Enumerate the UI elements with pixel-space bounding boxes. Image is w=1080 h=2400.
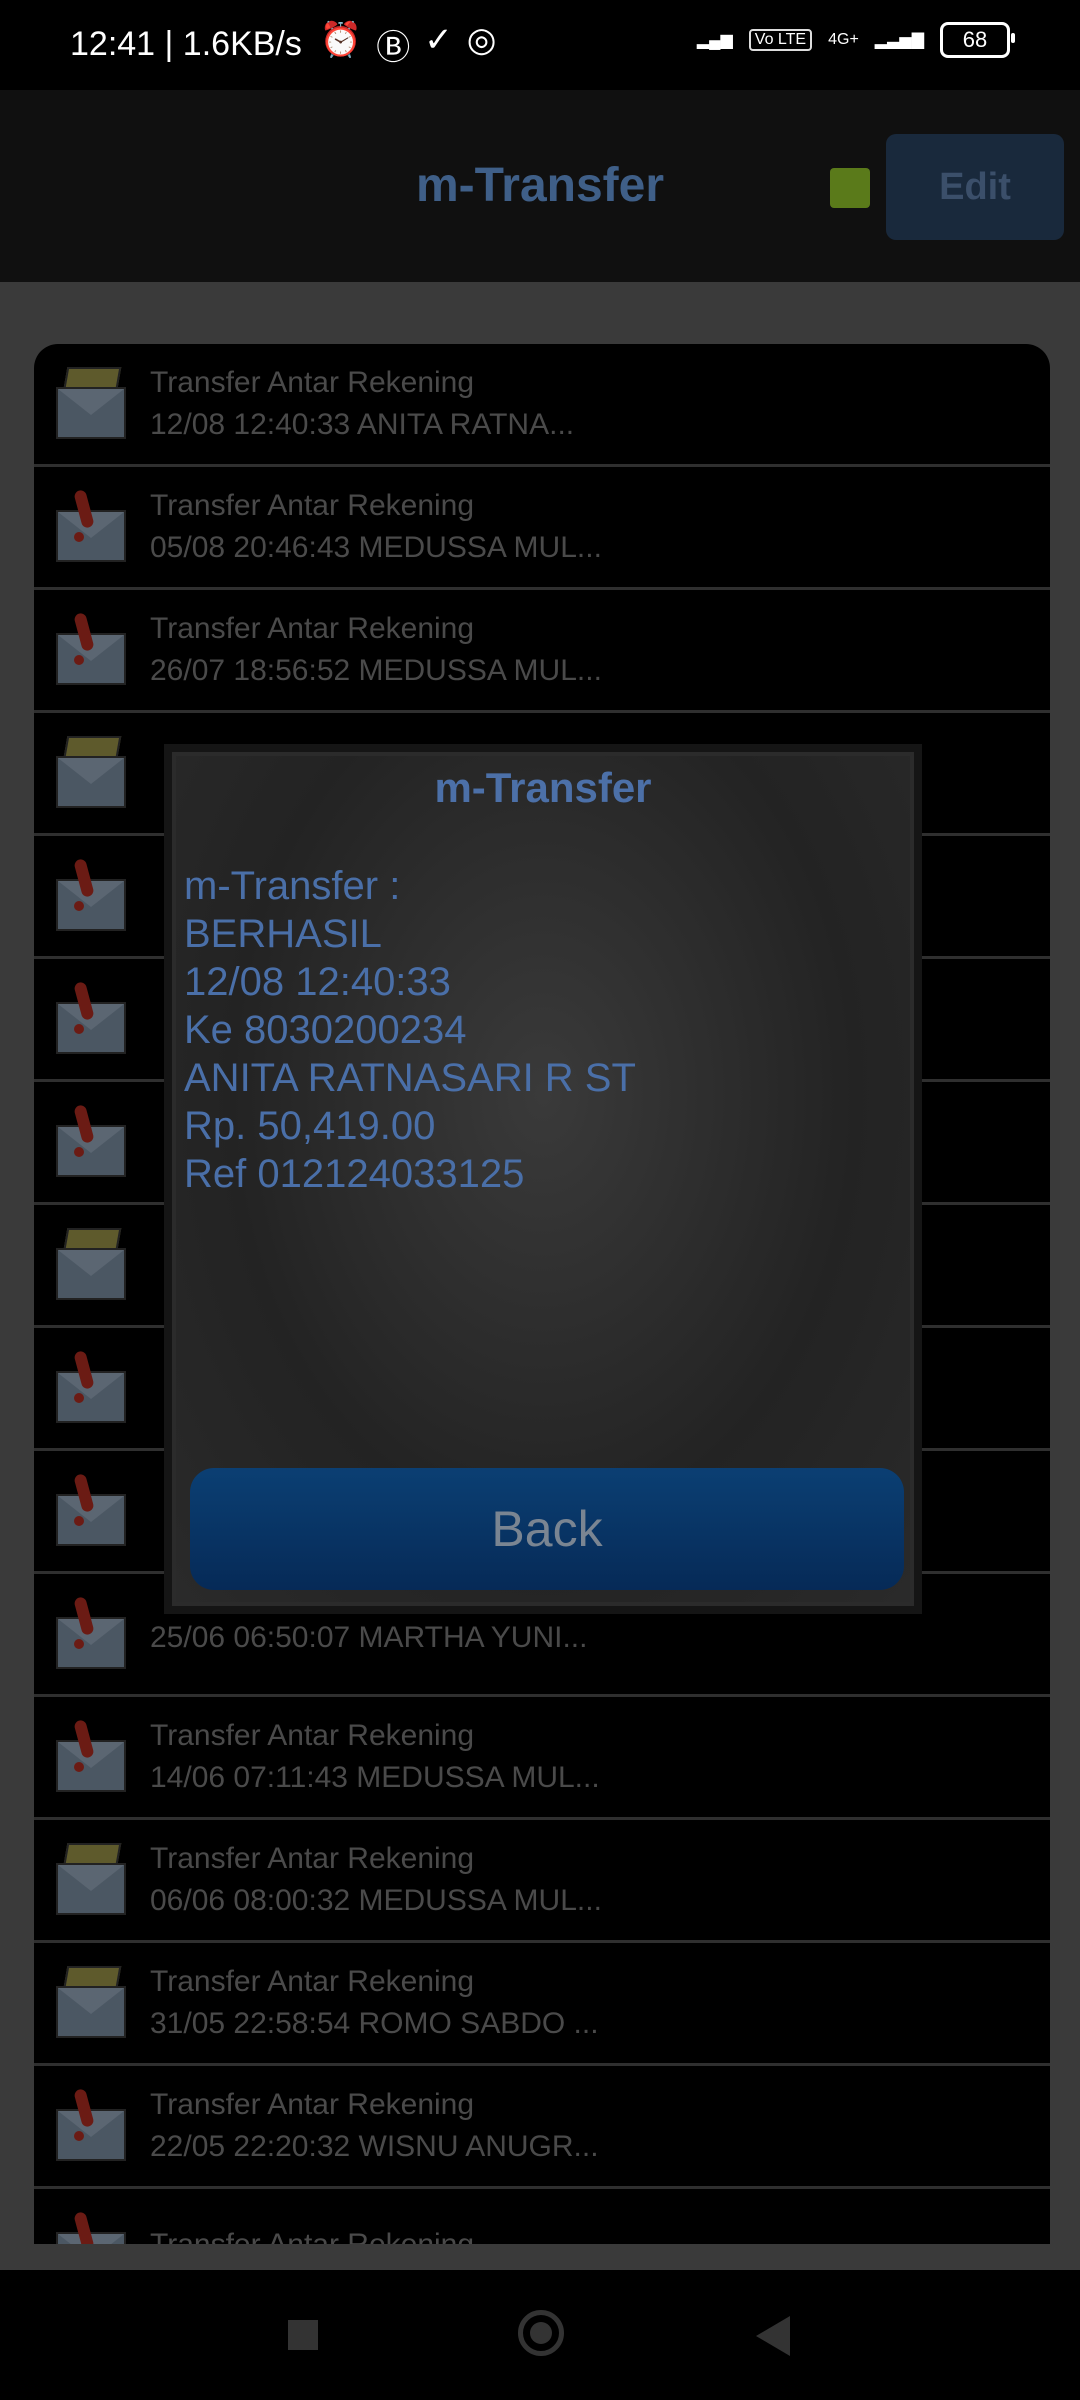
- list-item-subtitle: 31/05 22:58:54 ROMO SABDO ...: [150, 2007, 599, 2040]
- list-item-subtitle: 22/05 22:20:32 WISNU ANUGR...: [150, 2130, 599, 2163]
- alert-envelope-icon: [52, 612, 126, 687]
- battery-icon: 68: [940, 22, 1015, 58]
- list-item-title: Transfer Antar Rekening: [150, 1719, 475, 1752]
- notification-icons: ⏰ Ⓑ ✓ ◎: [320, 20, 497, 69]
- list-item-title: Transfer Antar Rekening: [150, 2228, 474, 2244]
- home-button[interactable]: [518, 2310, 564, 2356]
- alert-envelope-icon: [52, 1596, 126, 1671]
- alert-envelope-icon: [52, 2088, 126, 2163]
- open-envelope-icon: [52, 1966, 126, 2040]
- dialog-line: m-Transfer :: [184, 864, 401, 908]
- alert-envelope-icon: [52, 1350, 126, 1425]
- list-item-subtitle: 06/06 08:00:32 MEDUSSA MUL...: [150, 1884, 602, 1917]
- alert-envelope-icon: [52, 1719, 126, 1794]
- dialog-line: Ref 012124033125: [184, 1152, 525, 1196]
- dialog-message: m-Transfer : BERHASIL 12/08 12:40:33 Ke …: [184, 862, 636, 1198]
- list-item-title: Transfer Antar Rekening: [150, 1842, 475, 1875]
- alert-envelope-icon: [52, 1473, 126, 1548]
- list-item[interactable]: Transfer Antar Rekening 06/06 08:00:32 ME…: [34, 1820, 1050, 1943]
- transfer-dialog: m-Transfer m-Transfer : BERHASIL 12/08 1…: [164, 744, 922, 1614]
- list-item-subtitle: 05/08 20:46:43 MEDUSSA MUL...: [150, 531, 602, 564]
- open-envelope-icon: [52, 367, 126, 441]
- list-item[interactable]: Transfer Antar Rekening 14/06 07:11:43 ME…: [34, 1697, 1050, 1820]
- edit-button[interactable]: Edit: [886, 134, 1064, 240]
- list-item-title: Transfer Antar Rekening: [150, 366, 475, 399]
- open-envelope-icon: [52, 1228, 126, 1302]
- list-item-title: Transfer Antar Rekening: [150, 2088, 475, 2121]
- dialog-line: BERHASIL: [184, 912, 382, 956]
- list-item-text: Transfer Antar Rekening 06/06 08:00:32 ME…: [150, 1842, 602, 1918]
- list-item[interactable]: Transfer Antar Rekening 22/05 22:20:32 WI…: [34, 2066, 1050, 2189]
- list-item-text: Transfer Antar Rekening 12/08 12:40:33 AN…: [150, 366, 574, 442]
- alarm-icon: ⏰: [319, 21, 363, 59]
- list-item-text: Transfer Antar Rekening 31/05 22:58:54 RO…: [150, 1965, 599, 2041]
- list-item[interactable]: Transfer Antar Rekening 31/05 22:58:54 RO…: [34, 1943, 1050, 2066]
- list-item-title: Transfer Antar Rekening: [150, 489, 475, 522]
- list-item[interactable]: Transfer Antar Rekening 12/08 12:40:33 AN…: [34, 344, 1050, 467]
- list-item-text: Transfer Antar Rekening 14/06 07:11:43 ME…: [150, 1719, 600, 1795]
- alert-envelope-icon: [52, 858, 126, 933]
- alert-envelope-icon: [52, 1104, 126, 1179]
- list-item-subtitle: 25/06 06:50:07 MARTHA YUNI...: [150, 1621, 588, 1654]
- list-item-subtitle: 12/08 12:40:33 ANITA RATNA...: [150, 408, 575, 441]
- status-bar: 12:41 | 1.6KB/s ⏰ Ⓑ ✓ ◎ ▂▄▆ Vo LTE 4G+ ▂…: [0, 0, 1080, 90]
- signal-bars-icon: ▂▄▆: [696, 32, 733, 49]
- dialog-title: m-Transfer: [434, 764, 652, 811]
- open-envelope-icon: [52, 1843, 126, 1917]
- list-item-title: Transfer Antar Rekening: [150, 1965, 475, 1998]
- status-left: 12:41 | 1.6KB/s ⏰ Ⓑ ✓ ◎: [70, 20, 496, 69]
- status-right: ▂▄▆ Vo LTE 4G+ ▂▃▅▇ 68: [696, 22, 1015, 58]
- b-app-icon: Ⓑ: [376, 29, 411, 67]
- alert-envelope-icon: [52, 2211, 126, 2244]
- back-nav-button[interactable]: [756, 2316, 790, 2356]
- dialog-body: m-Transfer m-Transfer : BERHASIL 12/08 1…: [176, 756, 910, 1602]
- download-done-icon: ✓: [424, 21, 453, 59]
- dialog-line: Ke 8030200234: [184, 1008, 467, 1052]
- alert-envelope-icon: [52, 489, 126, 564]
- alert-envelope-icon: [52, 981, 126, 1056]
- network-type: 4G+: [828, 31, 859, 48]
- list-item-subtitle: 14/06 07:11:43 MEDUSSA MUL...: [150, 1761, 600, 1794]
- signal-strength-icon: ▂▃▅▇: [874, 32, 924, 49]
- list-item-text: Transfer Antar Rekening 26/07 18:56:52 ME…: [150, 612, 602, 688]
- status-time-speed: 12:41 | 1.6KB/s: [70, 25, 302, 63]
- open-envelope-icon: [52, 736, 126, 810]
- list-item-text: Transfer Antar Rekening: [150, 2228, 474, 2244]
- volte-badge: Vo LTE: [748, 29, 813, 51]
- list-item[interactable]: Transfer Antar Rekening: [34, 2189, 1050, 2244]
- dialog-line: ANITA RATNASARI R ST: [184, 1056, 636, 1100]
- recent-apps-button[interactable]: [288, 2320, 318, 2350]
- dialog-line: Rp. 50,419.00: [184, 1104, 436, 1148]
- battery-level: 68: [962, 27, 988, 52]
- list-item-text: 25/06 06:50:07 MARTHA YUNI...: [150, 1613, 587, 1655]
- back-button[interactable]: Back: [190, 1468, 904, 1590]
- list-item[interactable]: Transfer Antar Rekening 26/07 18:56:52 ME…: [34, 590, 1050, 713]
- list-item[interactable]: Transfer Antar Rekening 05/08 20:46:43 ME…: [34, 467, 1050, 590]
- list-item-text: Transfer Antar Rekening 22/05 22:20:32 WI…: [150, 2088, 599, 2164]
- dialog-line: 12/08 12:40:33: [184, 960, 451, 1004]
- list-item-text: Transfer Antar Rekening 05/08 20:46:43 ME…: [150, 489, 602, 565]
- connection-indicator: [830, 168, 870, 208]
- instagram-icon: ◎: [466, 21, 497, 59]
- list-item-title: Transfer Antar Rekening: [150, 612, 475, 645]
- list-item-subtitle: 26/07 18:56:52 MEDUSSA MUL...: [150, 654, 602, 687]
